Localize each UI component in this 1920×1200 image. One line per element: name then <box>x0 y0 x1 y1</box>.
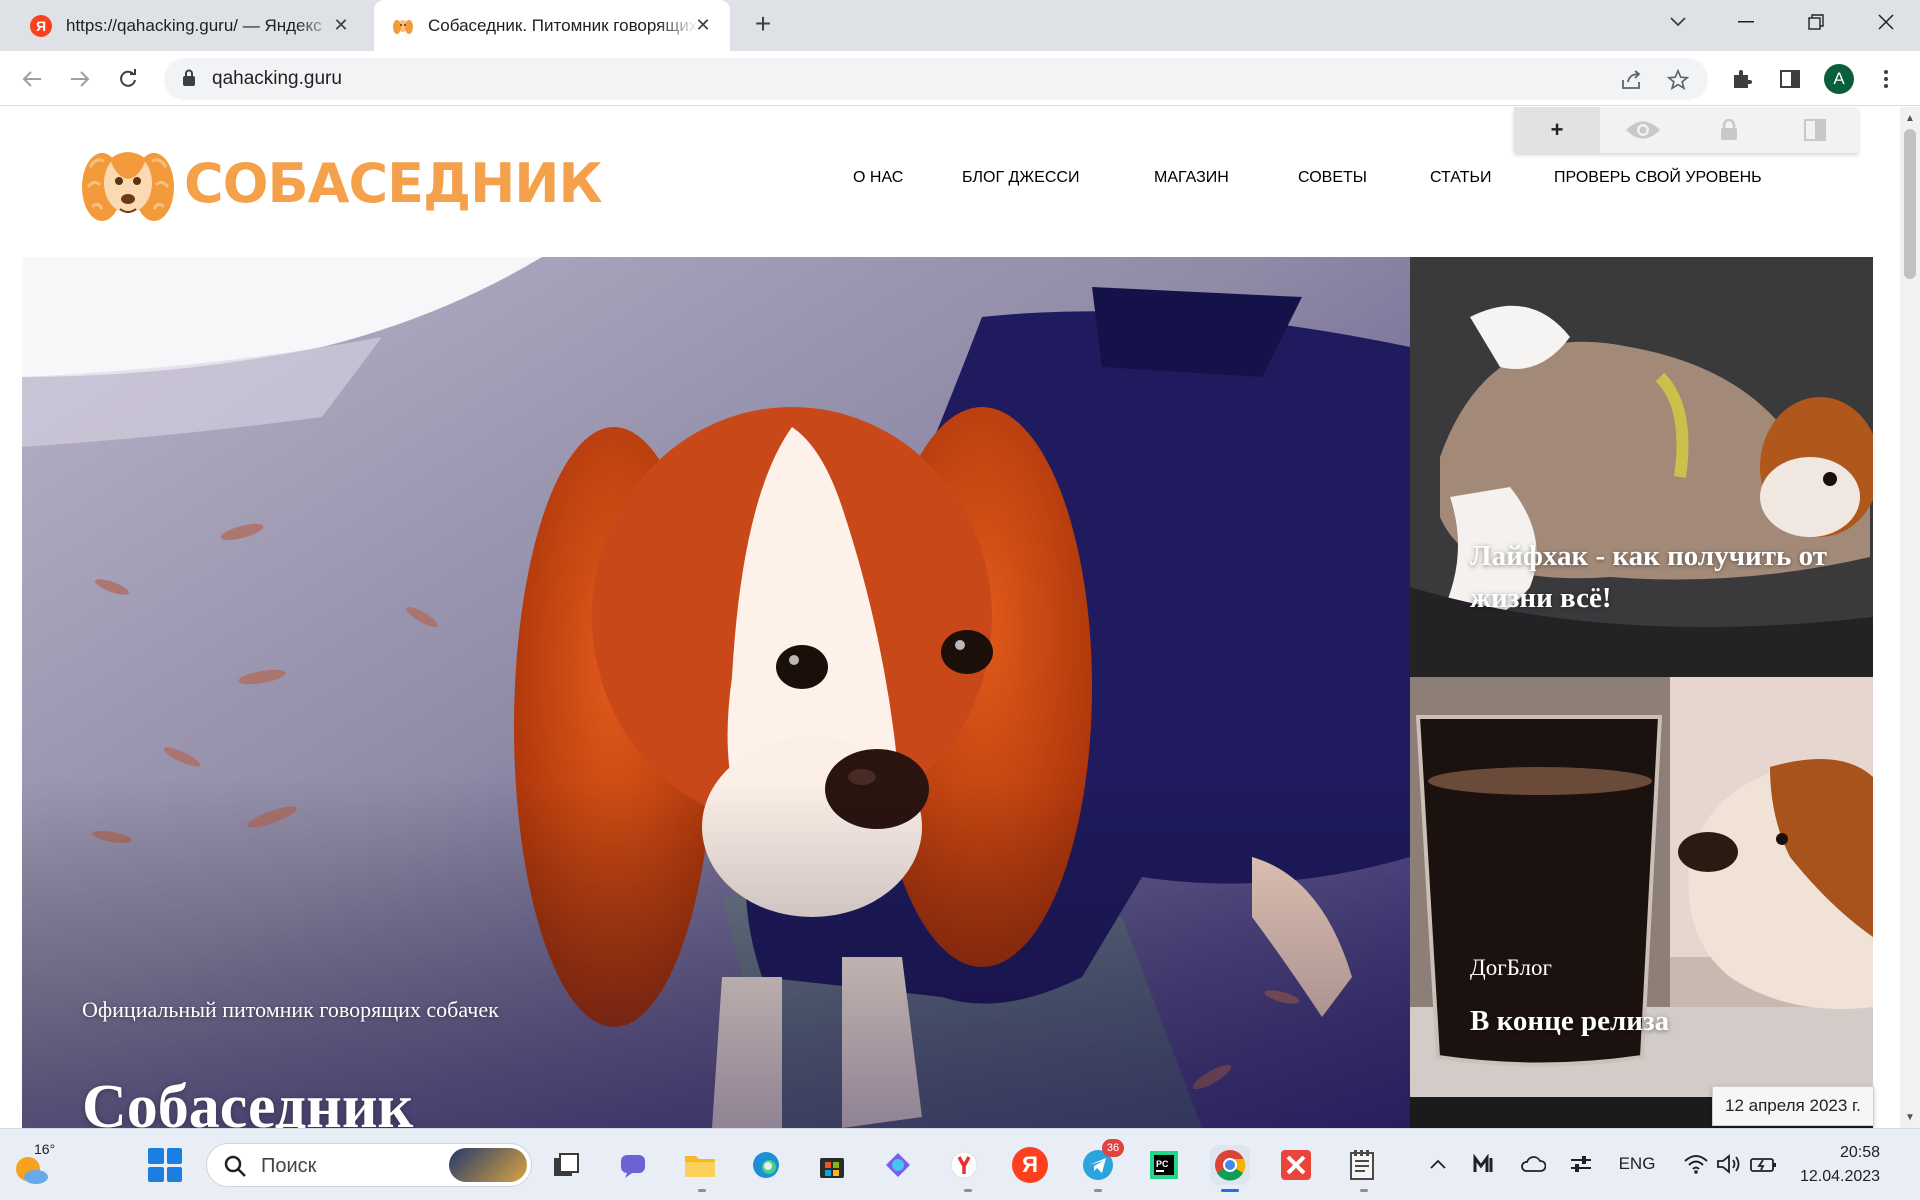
battery-charging-icon[interactable] <box>1748 1147 1780 1181</box>
scroll-up-icon[interactable]: ▲ <box>1900 109 1920 127</box>
tab-search-chevron-icon[interactable] <box>1648 0 1708 44</box>
weather-widget[interactable]: 16° <box>14 1141 58 1185</box>
side-card-title: Лайфхак - как получить от жизни всё! <box>1470 540 1827 614</box>
contrast-icon[interactable] <box>1772 107 1858 153</box>
yandex-favicon-icon: Я <box>30 14 52 37</box>
reload-icon[interactable] <box>112 63 144 95</box>
forward-icon[interactable] <box>64 63 96 95</box>
side-panel-icon[interactable] <box>1774 63 1806 95</box>
back-icon[interactable] <box>16 63 48 95</box>
tab-yandex[interactable]: Я https://qahacking.guru/ — Яндекс ✕ <box>12 0 368 51</box>
close-window-icon[interactable] <box>1856 0 1916 44</box>
new-tab-icon[interactable]: + <box>748 8 778 39</box>
site-brand-name: СОБАСЕДНИК <box>184 151 603 215</box>
tray-overflow-chevron-icon[interactable] <box>1424 1147 1452 1181</box>
clock-date: 12.04.2023 <box>1800 1168 1881 1185</box>
address-bar[interactable]: qahacking.guru <box>164 58 1708 100</box>
nav-shop[interactable]: МАГАЗИН <box>1154 169 1229 187</box>
lock-icon[interactable] <box>1686 107 1772 153</box>
side-card-category[interactable]: ДогБлог <box>1470 955 1552 981</box>
search-highlight-art <box>449 1148 527 1182</box>
microsoft-store-icon[interactable] <box>812 1145 852 1185</box>
wifi-icon[interactable] <box>1680 1147 1712 1181</box>
close-tab-icon[interactable]: ✕ <box>330 14 352 36</box>
side-card-title: В конце релиза <box>1470 1005 1670 1037</box>
nav-jessie-blog[interactable]: БЛОГ ДЖЕССИ <box>962 169 1079 187</box>
telegram-running-dot <box>1094 1189 1102 1192</box>
tab-sobasednik[interactable]: Собаседник. Питомник говорящих собачек ✕ <box>374 0 730 51</box>
profile-avatar[interactable]: A <box>1824 64 1854 94</box>
chrome-icon[interactable] <box>1210 1145 1250 1185</box>
plus-label: + <box>1550 117 1564 142</box>
svg-text:PC: PC <box>1156 1159 1169 1169</box>
date-tooltip: 12 апреля 2023 г. <box>1712 1086 1874 1126</box>
scroll-down-icon[interactable]: ▼ <box>1900 1108 1920 1126</box>
explorer-running-dot <box>698 1189 706 1192</box>
plus-icon[interactable]: + <box>1514 107 1600 153</box>
extensions-puzzle-icon[interactable] <box>1726 63 1758 95</box>
onedrive-cloud-icon[interactable] <box>1518 1147 1548 1181</box>
close-tab-icon[interactable]: ✕ <box>692 14 714 36</box>
copilot-icon[interactable] <box>878 1145 918 1185</box>
scrollbar-thumb[interactable] <box>1904 129 1916 279</box>
tray-app-icon[interactable] <box>1470 1147 1500 1181</box>
yandex-icon[interactable]: Я <box>1012 1147 1048 1183</box>
weather-temperature: 16° <box>34 1141 56 1157</box>
search-placeholder: Поиск <box>261 1155 317 1177</box>
search-icon <box>224 1155 246 1177</box>
site-logo[interactable]: СОБАСЕДНИК <box>80 137 603 229</box>
clock-time: 20:58 <box>1839 1144 1880 1161</box>
hero-subtitle: Официальный питомник говорящих собачек <box>82 997 499 1022</box>
side-card-lifehack[interactable]: Лайфхак - как получить от жизни всё! <box>1410 257 1873 677</box>
accessibility-widget: + <box>1514 107 1858 153</box>
nav-articles[interactable]: СТАТЬИ <box>1430 169 1491 187</box>
file-explorer-icon[interactable] <box>680 1145 720 1185</box>
volume-icon[interactable] <box>1714 1147 1744 1181</box>
edge-icon[interactable] <box>746 1145 786 1185</box>
dog-logo-icon <box>82 152 174 221</box>
chrome-running-dot <box>1221 1189 1239 1192</box>
lock-icon <box>183 69 195 86</box>
nav-check-level[interactable]: ПРОВЕРЬ СВОЙ УРОВЕНЬ <box>1554 169 1762 187</box>
address-text: qahacking.guru <box>212 68 342 89</box>
browser-toolbar: qahacking.guru A <box>0 51 1920 106</box>
share-icon[interactable] <box>1620 68 1644 92</box>
restore-icon[interactable] <box>1786 0 1846 44</box>
bookmark-star-icon[interactable] <box>1666 68 1690 92</box>
system-clock[interactable]: 20:58 12.04.2023 <box>1800 1141 1880 1189</box>
dog-favicon-icon <box>392 15 414 37</box>
notepad-icon[interactable] <box>1342 1145 1382 1185</box>
language-indicator[interactable]: ENG <box>1612 1147 1662 1181</box>
windows-taskbar: 16° Поиск Я 36 PC ENG 20:58 12.04.2023 <box>0 1128 1920 1200</box>
yandex-browser-icon[interactable] <box>944 1145 984 1185</box>
taskbar-search[interactable]: Поиск <box>206 1143 532 1187</box>
pycharm-icon[interactable]: PC <box>1144 1145 1184 1185</box>
tab-title: Собаседник. Питомник говорящих собачек <box>428 15 698 35</box>
nav-about[interactable]: О НАС <box>853 169 903 187</box>
yabrowser-running-dot <box>964 1189 972 1192</box>
task-view-icon[interactable] <box>546 1145 586 1185</box>
page-scrollbar[interactable]: ▲ ▼ <box>1900 107 1920 1128</box>
hero-title[interactable]: Собаседник <box>82 1072 413 1128</box>
browser-tabstrip: Я https://qahacking.guru/ — Яндекс ✕ Соб… <box>0 0 1920 51</box>
start-windows-icon[interactable] <box>148 1148 182 1182</box>
eye-icon[interactable] <box>1600 107 1686 153</box>
settings-sliders-icon[interactable] <box>1566 1147 1596 1181</box>
tab-title: https://qahacking.guru/ — Яндекс <box>66 15 322 35</box>
xmind-icon[interactable] <box>1276 1145 1316 1185</box>
teams-chat-icon[interactable] <box>614 1145 654 1185</box>
side-card-release[interactable]: ДогБлог В конце релиза <box>1410 677 1873 1097</box>
hero-card[interactable]: Официальный питомник говорящих собачек С… <box>22 257 1410 1128</box>
notepad-running-dot <box>1360 1189 1368 1192</box>
minimize-icon[interactable] <box>1716 0 1776 44</box>
menu-kebab-icon[interactable] <box>1870 63 1902 95</box>
telegram-unread-badge: 36 <box>1102 1139 1124 1157</box>
nav-tips[interactable]: СОВЕТЫ <box>1298 169 1367 187</box>
web-page: СОБАСЕДНИК О НАС БЛОГ ДЖЕССИ МАГАЗИН СОВ… <box>0 107 1900 1128</box>
